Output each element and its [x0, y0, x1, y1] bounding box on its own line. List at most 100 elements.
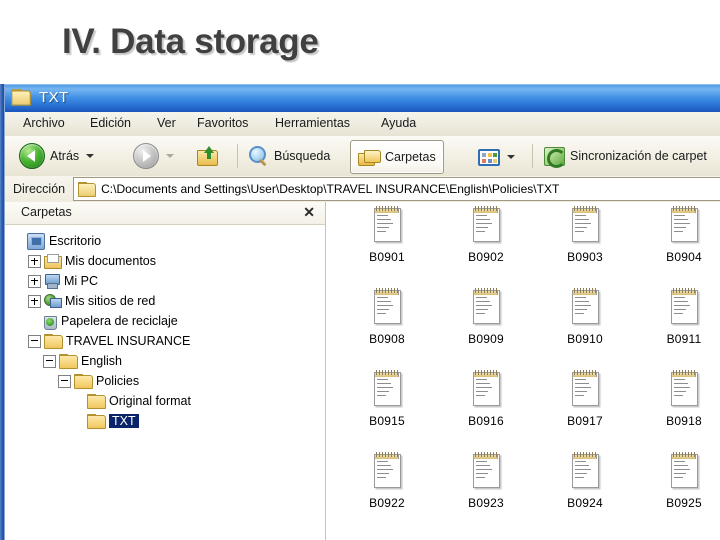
close-icon[interactable]: ✕	[303, 204, 315, 220]
folders-pane: Carpetas ✕ Escritorio Mis documentos Mi PC…	[5, 202, 326, 540]
file-item[interactable]: B0925	[635, 452, 720, 510]
file-item[interactable]: B0916	[437, 370, 535, 428]
views-button[interactable]	[475, 140, 518, 174]
desktop-icon	[27, 232, 45, 250]
tree-item-travel-insurance[interactable]: TRAVEL INSURANCE	[5, 331, 325, 351]
text-document-icon	[471, 452, 501, 488]
file-item[interactable]: B0909	[437, 288, 535, 346]
page-title: IV. Data storage	[62, 22, 319, 61]
file-item[interactable]: B0904	[635, 206, 720, 264]
file-item[interactable]: B0922	[338, 452, 436, 510]
text-document-icon	[570, 206, 600, 242]
tree-item-label: Original format	[109, 394, 191, 408]
file-name-label: B0903	[567, 250, 603, 264]
file-name-label: B0909	[468, 332, 504, 346]
file-item[interactable]: B0924	[536, 452, 634, 510]
menu-bar: Archivo Edición Ver Favoritos Herramient…	[5, 112, 720, 137]
window-titlebar[interactable]: TXT	[5, 84, 720, 113]
expand-toggle-icon[interactable]	[28, 254, 41, 268]
file-item[interactable]: B0903	[536, 206, 634, 264]
window-title: TXT	[39, 89, 69, 106]
file-item[interactable]: B0917	[536, 370, 634, 428]
collapse-toggle-icon[interactable]	[28, 334, 41, 348]
folders-button[interactable]: Carpetas	[350, 140, 444, 174]
file-item[interactable]: B0901	[338, 206, 436, 264]
toolbar-separator	[237, 144, 238, 168]
menu-item-archivo[interactable]: Archivo	[23, 116, 65, 130]
folder-icon	[11, 89, 32, 107]
forward-button[interactable]	[133, 140, 174, 172]
tree-item-label: Mis sitios de red	[65, 294, 156, 308]
tree-item-mis-sitios-de-red[interactable]: Mis sitios de red	[5, 291, 325, 311]
tree-item-escritorio[interactable]: Escritorio	[5, 231, 325, 251]
back-history-chevron-icon[interactable]	[86, 154, 95, 158]
folder-tree: Escritorio Mis documentos Mi PC Mis sitios …	[5, 225, 325, 431]
address-input[interactable]: C:\Documents and Settings\User\Desktop\T…	[73, 177, 720, 201]
text-document-icon	[471, 206, 501, 242]
back-button[interactable]: Atrás	[19, 140, 95, 172]
back-button-label: Atrás	[50, 149, 80, 163]
file-item[interactable]: B0911	[635, 288, 720, 346]
forward-history-chevron-icon[interactable]	[166, 154, 174, 158]
tree-item-policies[interactable]: Policies	[5, 371, 325, 391]
file-name-label: B0917	[567, 414, 603, 428]
tree-item-english[interactable]: English	[5, 351, 325, 371]
sync-folders-button[interactable]: Sincronización de carpet	[543, 140, 707, 172]
tree-item-label: Mis documentos	[65, 254, 157, 268]
file-name-label: B0901	[369, 250, 405, 264]
text-document-icon	[669, 452, 699, 488]
address-bar: Dirección C:\Documents and Settings\User…	[5, 176, 720, 203]
window-body: Carpetas ✕ Escritorio Mis documentos Mi PC…	[5, 202, 720, 540]
text-document-icon	[669, 206, 699, 242]
menu-item-edicion[interactable]: Edición	[90, 116, 131, 130]
file-item[interactable]: B0915	[338, 370, 436, 428]
tree-item-mis-documentos[interactable]: Mis documentos	[5, 251, 325, 271]
file-item[interactable]: B0918	[635, 370, 720, 428]
menu-item-ayuda[interactable]: Ayuda	[381, 116, 416, 130]
folders-pane-header: Carpetas ✕	[5, 202, 325, 225]
tree-item-txt[interactable]: TXT	[5, 411, 325, 431]
toolbar: Atrás Búsqueda Carpetas Sincronización d…	[5, 136, 720, 177]
search-button[interactable]: Búsqueda	[249, 140, 330, 172]
file-name-label: B0904	[666, 250, 702, 264]
menu-item-herramientas[interactable]: Herramientas	[275, 116, 350, 130]
text-document-icon	[471, 288, 501, 324]
network-icon	[44, 294, 62, 308]
folder-icon	[78, 182, 97, 197]
views-chevron-down-icon[interactable]	[507, 155, 515, 159]
text-document-icon	[372, 206, 402, 242]
folder-icon	[59, 354, 78, 369]
up-folder-button[interactable]	[197, 140, 219, 172]
text-document-icon	[372, 370, 402, 406]
file-name-label: B0916	[468, 414, 504, 428]
file-name-label: B0911	[666, 332, 702, 346]
file-item[interactable]: B0902	[437, 206, 535, 264]
tree-item-label: Mi PC	[64, 274, 99, 288]
folders-button-label: Carpetas	[385, 150, 436, 164]
file-name-label: B0902	[468, 250, 504, 264]
toolbar-separator-2	[532, 144, 533, 168]
tree-item-label: Escritorio	[49, 234, 102, 248]
tree-item-papelera-de-reciclaje[interactable]: Papelera de reciclaje	[5, 311, 325, 331]
expand-toggle-icon[interactable]	[28, 274, 41, 288]
sync-folders-icon	[543, 146, 566, 168]
folder-icon	[74, 374, 93, 389]
file-name-label: B0910	[567, 332, 603, 346]
file-item[interactable]: B0923	[437, 452, 535, 510]
tree-item-original-format[interactable]: Original format	[5, 391, 325, 411]
collapse-toggle-icon[interactable]	[43, 354, 56, 368]
file-item[interactable]: B0908	[338, 288, 436, 346]
up-folder-icon	[197, 146, 219, 166]
tree-item-label: Policies	[96, 374, 140, 388]
file-name-label: B0924	[567, 496, 603, 510]
file-list-pane[interactable]: B0901 B0902 B0903 B0904 B0908 B0909 B0910 B0911…	[326, 202, 720, 540]
tree-item-label: Papelera de reciclaje	[61, 314, 178, 328]
text-document-icon	[570, 370, 600, 406]
collapse-toggle-icon[interactable]	[58, 374, 71, 388]
menu-item-favoritos[interactable]: Favoritos	[197, 116, 248, 130]
expand-toggle-icon[interactable]	[28, 294, 41, 308]
file-item[interactable]: B0910	[536, 288, 634, 346]
tree-item-mi-pc[interactable]: Mi PC	[5, 271, 325, 291]
menu-item-ver[interactable]: Ver	[157, 116, 176, 130]
file-icon-grid: B0901 B0902 B0903 B0904 B0908 B0909 B0910 B0911…	[326, 202, 720, 540]
